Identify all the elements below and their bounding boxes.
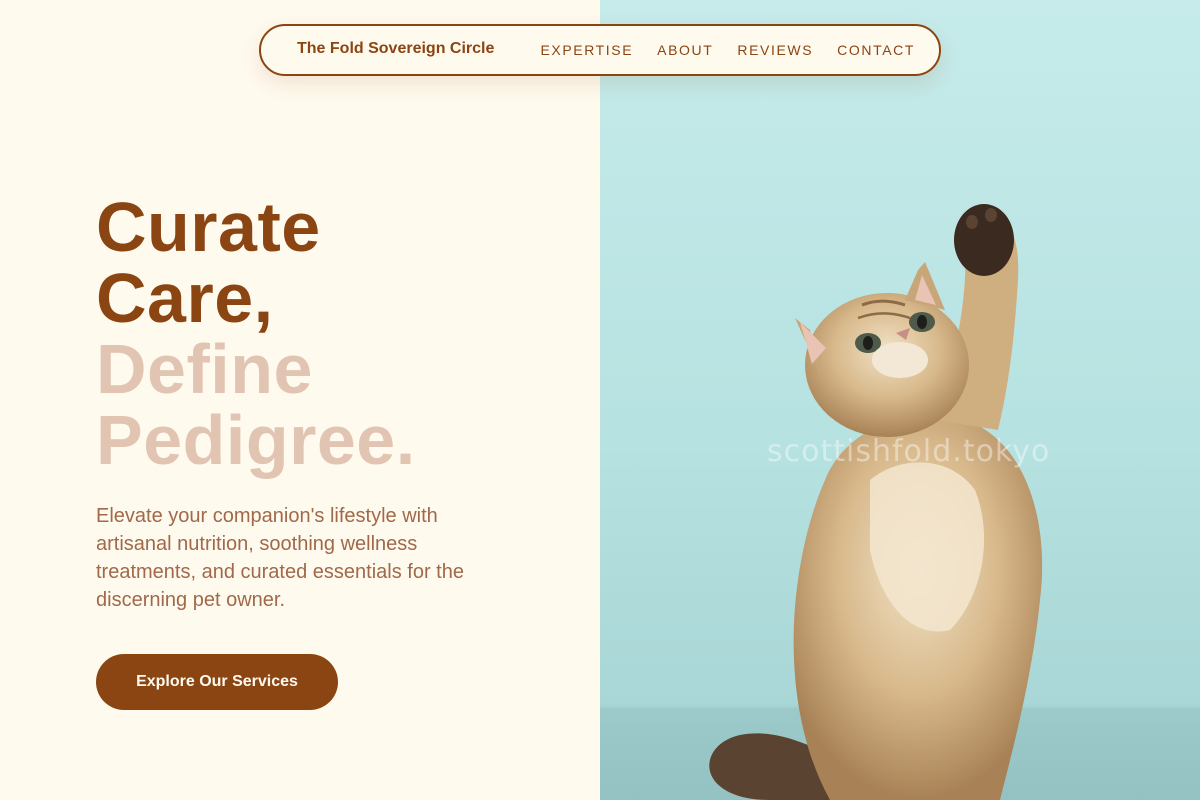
headline-line-curate: Curate bbox=[96, 188, 321, 266]
brand-name[interactable]: The Fold Sovereign Circle bbox=[297, 40, 494, 58]
headline-line-pedigree: Pedigree. bbox=[96, 401, 416, 479]
hero-cat-photo: scottishfold.tokyo bbox=[600, 0, 1200, 800]
explore-services-button[interactable]: Explore Our Services bbox=[96, 654, 338, 710]
nav-link-contact[interactable]: CONTACT bbox=[837, 42, 915, 58]
headline-line-care: Care, bbox=[96, 259, 274, 337]
photo-watermark: scottishfold.tokyo bbox=[767, 434, 1051, 469]
nav-link-expertise[interactable]: EXPERTISE bbox=[540, 42, 633, 58]
hero-headline: Curate Care, Define Pedigree. bbox=[96, 192, 416, 476]
hero-lead-paragraph: Elevate your companion's lifestyle with … bbox=[96, 505, 464, 611]
nav-links: EXPERTISE ABOUT REVIEWS CONTACT bbox=[540, 42, 915, 58]
top-navigation-bar: The Fold Sovereign Circle EXPERTISE ABOU… bbox=[259, 24, 941, 76]
kitten-illustration bbox=[600, 204, 1200, 800]
nav-link-about[interactable]: ABOUT bbox=[657, 42, 713, 58]
nav-link-reviews[interactable]: REVIEWS bbox=[737, 42, 813, 58]
headline-line-define: Define bbox=[96, 330, 313, 408]
